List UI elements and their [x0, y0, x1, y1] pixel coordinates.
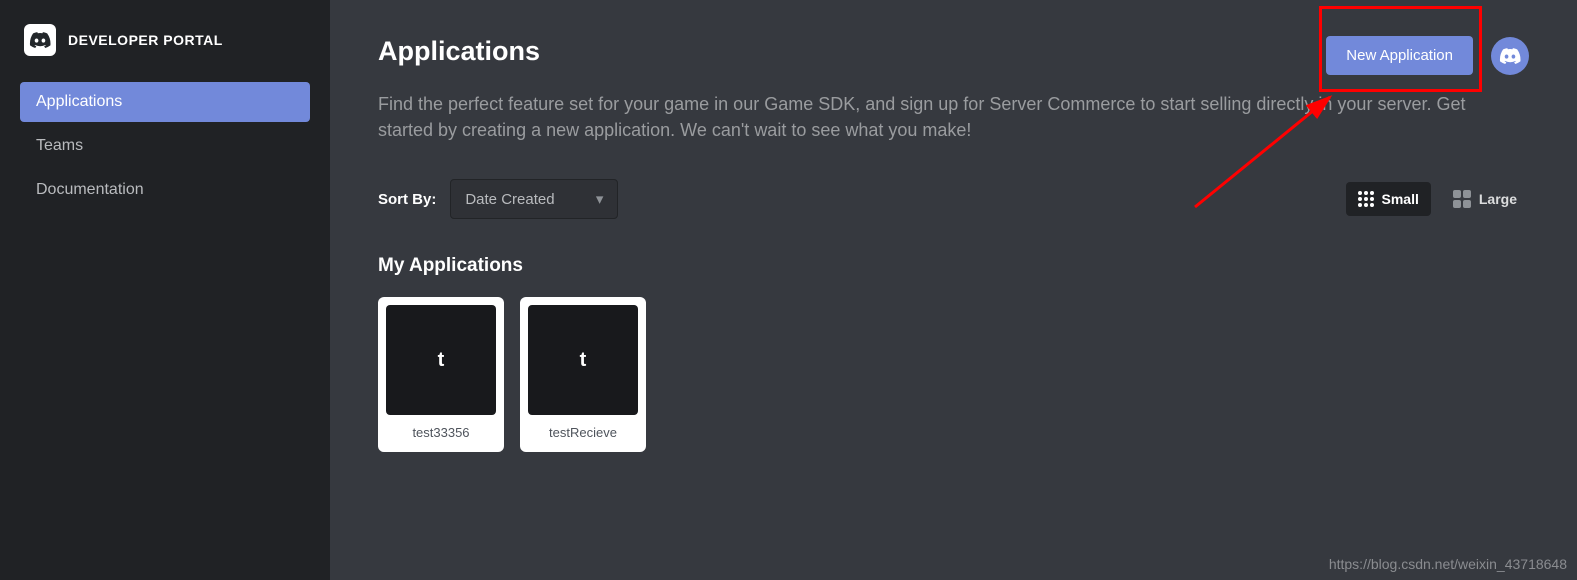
sort-by-dropdown[interactable]: Date Created ▾ [450, 179, 618, 219]
sidebar-item-applications[interactable]: Applications [20, 82, 310, 122]
my-applications-heading: My Applications [378, 255, 1529, 277]
application-initial: t [580, 349, 587, 372]
sort-by-selected: Date Created [465, 191, 554, 208]
view-small-toggle[interactable]: Small [1346, 182, 1431, 216]
chevron-down-icon: ▾ [596, 190, 604, 208]
application-initial: t [438, 349, 445, 372]
applications-grid: t test33356 t testRecieve [378, 297, 1529, 452]
brand-title: DEVELOPER PORTAL [68, 32, 223, 48]
application-thumbnail: t [386, 305, 496, 415]
view-large-toggle[interactable]: Large [1441, 182, 1529, 216]
brand: DEVELOPER PORTAL [20, 24, 310, 56]
application-card[interactable]: t test33356 [378, 297, 504, 452]
sort-by-label: Sort By: [378, 191, 436, 208]
page-description: Find the perfect feature set for your ga… [378, 91, 1478, 143]
new-application-button[interactable]: New Application [1326, 36, 1473, 75]
sidebar-item-teams[interactable]: Teams [20, 126, 310, 166]
discord-logo-icon [24, 24, 56, 56]
grid-large-icon [1453, 190, 1471, 208]
sidebar-item-label: Teams [36, 137, 83, 154]
page-title: Applications [378, 36, 540, 67]
view-large-label: Large [1479, 191, 1517, 207]
sidebar-item-label: Documentation [36, 181, 144, 198]
grid-small-icon [1358, 191, 1374, 207]
sidebar-item-documentation[interactable]: Documentation [20, 170, 310, 210]
sidebar: DEVELOPER PORTAL Applications Teams Docu… [0, 0, 330, 580]
view-small-label: Small [1382, 191, 1419, 207]
main-content: Applications New Application Find the pe… [330, 0, 1577, 580]
application-thumbnail: t [528, 305, 638, 415]
application-name: testRecieve [549, 425, 617, 440]
application-card[interactable]: t testRecieve [520, 297, 646, 452]
sidebar-item-label: Applications [36, 93, 122, 110]
application-name: test33356 [412, 425, 469, 440]
avatar[interactable] [1491, 37, 1529, 75]
watermark: https://blog.csdn.net/weixin_43718648 [1329, 556, 1567, 572]
